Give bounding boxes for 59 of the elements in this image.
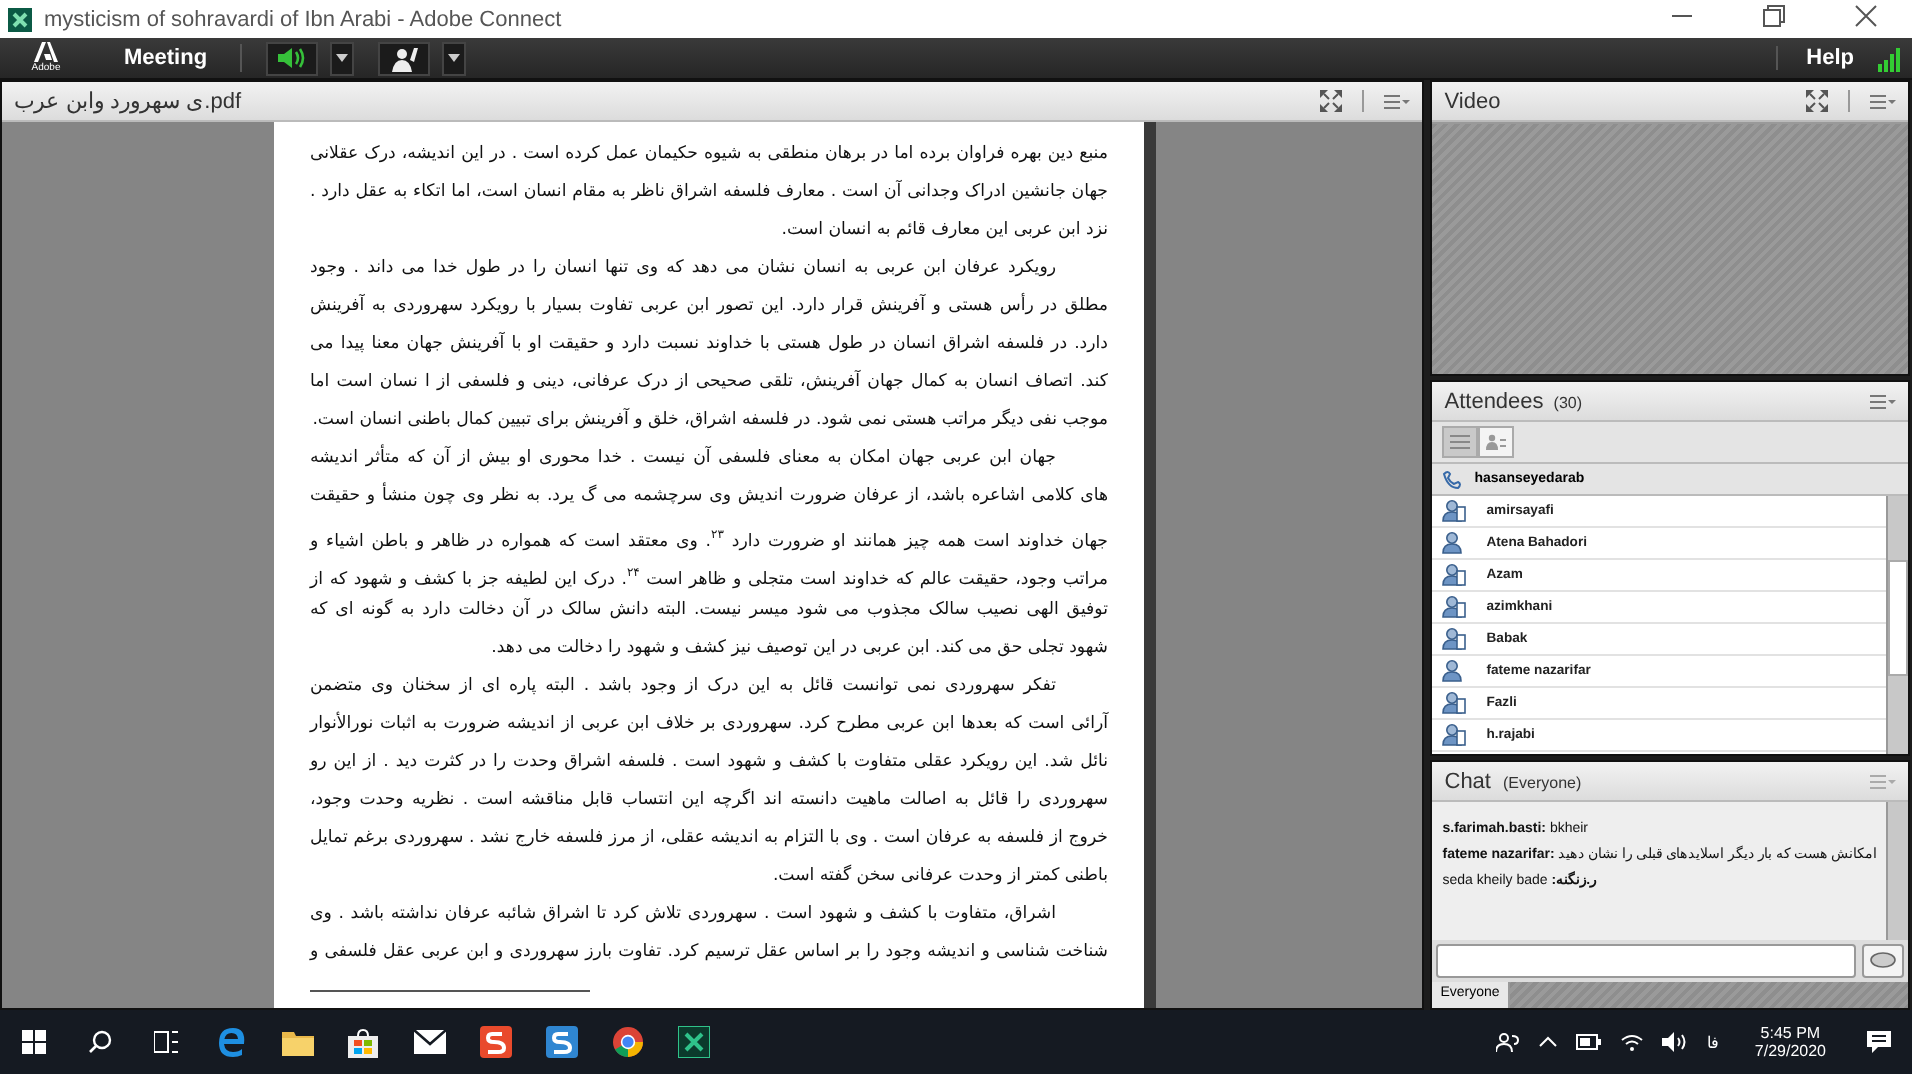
pod-menu-icon[interactable]	[1870, 393, 1896, 409]
document-title: ی سهرورد وابن عرب.pdf	[14, 88, 244, 114]
text-line: نزد ابن عربی این معارف قائم به انسان است.	[779, 218, 1108, 244]
raised-hand-icon	[387, 45, 420, 71]
text-line: باطنی کمتر از وحدت عرفانی سخن گفته است.	[770, 862, 1108, 890]
text-line: آرائی است که بعدها ابن عربی مطرح کرد. سهروردی بر خلاف ابن عربی از اندیشه ضرورت به اثبات نورالأنوار	[310, 709, 1108, 738]
caret-icon[interactable]	[329, 41, 354, 75]
text-line: مطلق در رأس هستی و آفرینش قرار دارد. این تصور ابن عربی تفاوت بسیار با رویکرد سهروردی به آفرینش	[310, 291, 1108, 320]
scrollbar[interactable]	[1886, 802, 1908, 940]
text-line: نائل شد. این رویکرد عقلی متفاوت با کشف و شهود است . فلسفه اشراق وحدت را در کثرت دید . از این رو	[310, 750, 1108, 776]
message-field[interactable]	[1436, 944, 1856, 978]
text-line: اشراق، متفاوت با کشف و شهود است . سهروردی تلاش کرد تا اشراق شائبه عرفان نداشته باشد . وی	[310, 902, 1058, 928]
text-line: دارد. در فلسفه اشراق انسان در طول هستی با خداوند نسبت دارد و حقیقت او با آفرینش جهان معنا پیدا می	[310, 330, 1108, 358]
text-line: کند. اتصاف انسان به کمال جهان آفرینش، تلقی صحیحی از درک عرفانی، دینی و فلسفی از ا نسان است اما	[310, 368, 1108, 396]
pod-title: Attendees	[1444, 389, 1544, 413]
language-indicator[interactable]: فا	[1706, 1033, 1719, 1051]
send-button[interactable]	[1862, 944, 1904, 978]
text-line: های کلامی اشاعره باشد، از عرفان ضرورت اندیش وی سرچشمه می گ یرد. به نظر وی چون منشأ و حقیقت	[310, 480, 1108, 510]
text-line: توفیق الهی نصیب سالک مجذوب می شود میسر نیست. البته دانش سالک در آن دخالت دارد به گونه ای که	[310, 596, 1108, 624]
signal-icon	[1878, 45, 1904, 71]
wifi-icon[interactable]	[1620, 1032, 1645, 1052]
meeting-menu[interactable]: Meeting	[124, 46, 208, 70]
volume-icon[interactable]	[1662, 1032, 1689, 1052]
phone-icon	[1442, 469, 1465, 489]
text-line: جهان جانشین ادراک وجدانی آن است . معارف فلسفه اشراق ناظر به مقام انسان است، اما اتکاء به عقل دارد .	[310, 178, 1108, 206]
text-line: سهروردی را قائل به اصالت ماهیت دانسته اند اگرچه این انتساب قابل مناقشه است . نظریه وحدت وجود،	[310, 786, 1108, 814]
pod-title: Video	[1444, 89, 1503, 113]
chevron-up-icon[interactable]	[1538, 1036, 1559, 1048]
fullscreen-icon[interactable]	[1806, 90, 1850, 112]
pod-title: Chat	[1444, 769, 1491, 793]
pod-menu-icon[interactable]	[1384, 93, 1411, 109]
text-line: شهود تجلی حق می کند. ابن عربی در این توصیف نیز کشف و شهود را دخالت می دهد.	[489, 636, 1108, 662]
speech-bubble-icon	[1870, 952, 1896, 970]
people-icon[interactable]	[1496, 1031, 1521, 1053]
fullscreen-icon[interactable]	[1320, 90, 1365, 112]
attendee-count: (30)	[1553, 393, 1583, 411]
text-line: منبع دین بهره فراوان برده اما در برهان منطقی به شیوه حکیمان عمل کرده است . در این اندیشه، درک عقلانی	[310, 142, 1108, 168]
text-line: خروج از فلسفه به عرفان است . وی با التزام به اندیشه عقلی، از مرز فلسفه خارج نشد . سهروردی برغم تمایل	[310, 826, 1108, 852]
scrollbar[interactable]	[1886, 496, 1908, 754]
window-title: mysticism of sohravardi of Ibn Arabi - Adobe Connect	[44, 7, 564, 31]
raise-hand-button[interactable]	[377, 41, 430, 75]
pod-menu-icon[interactable]	[1870, 93, 1896, 109]
text-line: موجب نفی دیگر مراتب هستی نمی شود. در فلسفه اشراق، خلق و آفرینش برای تبیین کمال باطنی انسان است.	[310, 406, 1108, 434]
text-line: جهان ابن عربی جهان امکان به معنای فلسفی آن نیست . خدا محوری او بیش از آن که متأثر اندیشه	[310, 442, 1058, 472]
clock[interactable]: 5:45 PM 7/29/2020	[1754, 1024, 1826, 1060]
speaker-button[interactable]	[265, 41, 318, 75]
text-line: شناخت شناسی و اندیشه وجود را بر اساس عقل ترسیم کرد. تفاوت بارز سهروردی و ابن عربی عقل فلسفی و	[310, 940, 1108, 966]
person-list-icon[interactable]	[1478, 426, 1515, 458]
text-line: رویکرد عرفان ابن عربی به انسان نشان می دهد که وی تنها انسان را در طول خدا می داند . وجود	[310, 256, 1058, 282]
app-icon	[8, 7, 32, 31]
speaker-icon	[275, 46, 308, 70]
help-menu[interactable]: Help	[1776, 46, 1854, 70]
chat-scope: (Everyone)	[1503, 773, 1582, 791]
text-line: تفکر سهروردی نمی توانست قائل به این درک از وجود باشد . البته پاره ای از سخنان وی متضمن	[310, 674, 1058, 700]
text-line: مراتب وجود، حقیقت عالم که خداوند است متجلی و ظاهر است $^{۲۴}$. درک این لطیفه جز با کشف و شهود که از	[310, 564, 1108, 592]
caret-icon[interactable]	[441, 41, 466, 75]
scrollbar[interactable]	[1144, 122, 1156, 1008]
battery-icon[interactable]	[1576, 1034, 1603, 1050]
text-line: جهان خداوند است همه چیز همانند او ضرورت دارد $^{۲۳}$. وی معتقد است که همواره در ظاهر و باطن اشیاء و	[310, 526, 1108, 554]
